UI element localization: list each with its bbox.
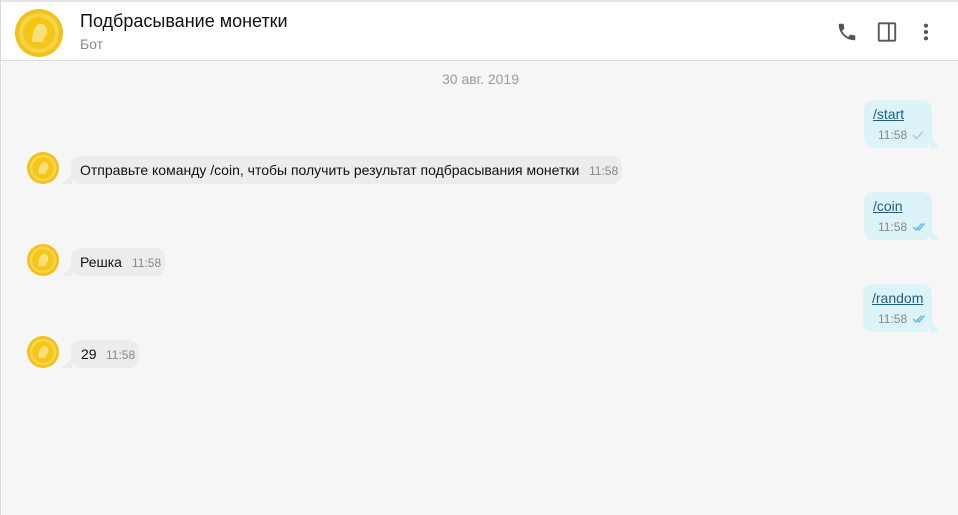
message-time: 11:58 bbox=[878, 312, 908, 326]
sent-check-icon bbox=[912, 130, 924, 140]
outgoing-message[interactable]: /random 11:58 bbox=[863, 284, 932, 332]
message-text: Решка bbox=[80, 254, 122, 270]
read-check-icon bbox=[912, 223, 925, 232]
command-link[interactable]: /start bbox=[873, 106, 904, 122]
message-time: 11:58 bbox=[106, 348, 136, 362]
message-list[interactable]: 30 авг. 2019 /start 11:58 Отправьте кома… bbox=[2, 61, 958, 515]
bubble-tail bbox=[930, 138, 940, 148]
message-time: 11:58 bbox=[589, 164, 619, 178]
bot-avatar-small[interactable] bbox=[27, 244, 59, 276]
incoming-message[interactable]: 29 11:58 bbox=[71, 340, 139, 368]
bot-avatar[interactable] bbox=[15, 9, 63, 57]
phone-icon[interactable] bbox=[835, 20, 859, 44]
bot-avatar-small[interactable] bbox=[27, 152, 59, 184]
incoming-message[interactable]: Решка 11:58 bbox=[71, 248, 165, 276]
chat-title: Подбрасывание монетки bbox=[80, 11, 288, 31]
side-panel-icon[interactable] bbox=[875, 20, 899, 44]
outgoing-message[interactable]: /start 11:58 bbox=[864, 100, 932, 148]
message-time: 11:58 bbox=[132, 256, 162, 270]
bubble-tail bbox=[930, 230, 940, 240]
message-time: 11:58 bbox=[878, 220, 908, 234]
chat-header: Подбрасывание монетки Бот bbox=[1, 0, 958, 61]
command-link[interactable]: /random bbox=[872, 290, 923, 306]
bubble-tail bbox=[930, 322, 940, 332]
message-time: 11:58 bbox=[878, 128, 908, 142]
bot-avatar-small[interactable] bbox=[27, 336, 59, 368]
read-check-icon bbox=[912, 315, 925, 324]
chat-window: Подбрасывание монетки Бот 30 авг. 2019 /… bbox=[0, 0, 958, 515]
command-link[interactable]: /coin bbox=[873, 198, 903, 214]
date-separator: 30 авг. 2019 bbox=[441, 71, 519, 87]
message-text: 29 bbox=[81, 346, 97, 362]
outgoing-message[interactable]: /coin 11:58 bbox=[864, 192, 932, 240]
more-vertical-icon[interactable] bbox=[914, 20, 938, 44]
chat-subtitle: Бот bbox=[80, 36, 104, 52]
message-text: Отправьте команду /coin, чтобы получить … bbox=[80, 162, 580, 178]
incoming-message[interactable]: Отправьте команду /coin, чтобы получить … bbox=[71, 156, 622, 184]
